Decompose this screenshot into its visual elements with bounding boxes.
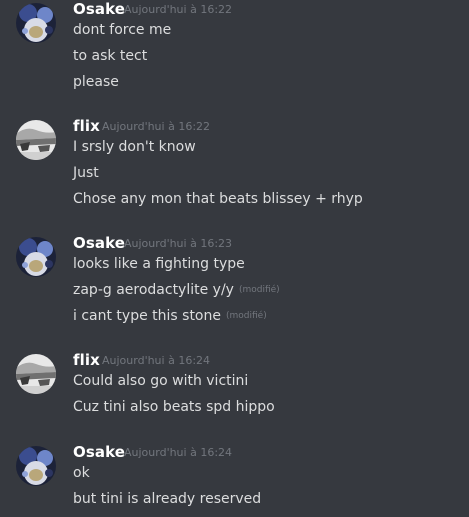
username[interactable]: flix xyxy=(73,351,100,369)
message-timestamp: Aujourd'hui à 16:22 xyxy=(102,120,211,133)
message-text: Could also go with victini xyxy=(73,373,249,389)
message-text: dont force me xyxy=(73,22,172,38)
message-text: I srsly don't know xyxy=(73,139,196,155)
avatar-flix[interactable] xyxy=(16,354,56,394)
username[interactable]: Osake xyxy=(73,443,125,461)
message-timestamp: Aujourd'hui à 16:22 xyxy=(124,3,233,16)
edited-label: (modifié) xyxy=(225,311,267,321)
username[interactable]: Osake xyxy=(73,0,125,18)
message-text: i cant type this stone (modifié) xyxy=(73,308,267,324)
message-timestamp: Aujourd'hui à 16:24 xyxy=(124,446,233,459)
message-timestamp: Aujourd'hui à 16:24 xyxy=(102,354,211,367)
message-text: but tini is already reserved xyxy=(73,491,262,507)
message-timestamp: Aujourd'hui à 16:23 xyxy=(124,237,233,250)
message-text: zap-g aerodactylite y/y (modifié) xyxy=(73,282,280,298)
message-text: please xyxy=(73,74,119,90)
chat-message-list[interactable]: Osake Aujourd'hui à 16:22 dont force me … xyxy=(0,0,469,517)
message-text: Chose any mon that beats blissey + rhyp xyxy=(73,191,363,207)
message-text: looks like a fighting type xyxy=(73,256,245,272)
message-text: Just xyxy=(73,165,99,181)
avatar-flix[interactable] xyxy=(16,120,56,160)
username[interactable]: flix xyxy=(73,117,100,135)
message-text: Cuz tini also beats spd hippo xyxy=(73,399,275,415)
message-text: to ask tect xyxy=(73,48,148,64)
username[interactable]: Osake xyxy=(73,234,125,252)
edited-label: (modifié) xyxy=(238,285,280,295)
message-text: ok xyxy=(73,465,90,481)
avatar-osake[interactable] xyxy=(16,446,56,486)
avatar-osake[interactable] xyxy=(16,3,56,43)
avatar-osake[interactable] xyxy=(16,237,56,277)
